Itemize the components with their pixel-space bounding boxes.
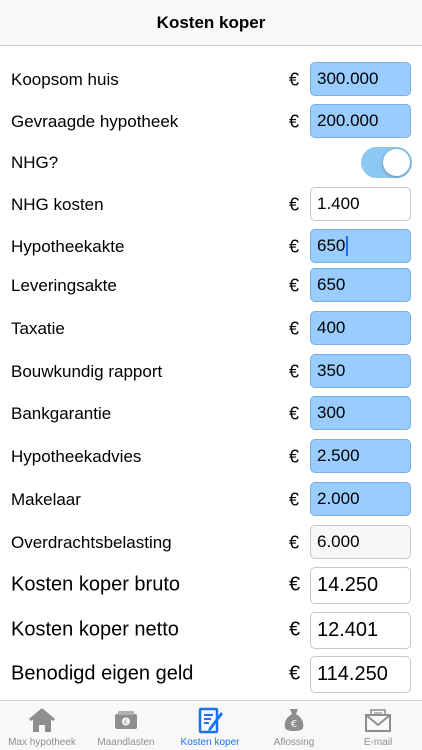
euro-sign: € [289, 532, 300, 553]
svg-text:€: € [124, 719, 128, 726]
bouwkundig-label: Bouwkundig rapport [11, 362, 163, 381]
overdracht-label: Overdrachtsbelasting [11, 533, 172, 552]
overdracht-field: 6.000 [310, 525, 411, 559]
row-nhg-kosten: NHG kosten € 1.400 [0, 187, 422, 223]
row-hypotheek: Gevraagde hypotheek € 200.000 [0, 104, 422, 140]
euro-sign: € [289, 361, 300, 382]
toggle-knob [383, 149, 410, 176]
eigen-geld-result: 114.250 [310, 656, 411, 693]
tab-label: Aflossing [273, 737, 315, 748]
hypotheekadvies-input[interactable]: 2.500 [310, 439, 411, 473]
nhg-toggle[interactable] [361, 147, 412, 178]
bankgarantie-label: Bankgarantie [11, 404, 112, 423]
bruto-label: Kosten koper bruto [11, 573, 180, 596]
wallet-icon: € [115, 711, 137, 729]
euro-sign: € [289, 573, 301, 596]
koopsom-input[interactable]: 300.000 [310, 62, 411, 96]
euro-sign: € [289, 403, 300, 424]
document-edit-icon [198, 707, 223, 734]
row-overdracht: Overdrachtsbelasting € 6.000 [0, 525, 422, 561]
tab-max-hypotheek[interactable]: Max hypotheek [0, 701, 84, 750]
hypotheekakte-label: Hypotheekakte [11, 237, 125, 256]
bruto-result: 14.250 [310, 567, 411, 604]
tab-label: E-mail [363, 737, 393, 748]
hypotheek-label: Gevraagde hypotheek [11, 112, 179, 131]
house-icon [29, 708, 55, 732]
leveringsakte-label: Leveringsakte [11, 276, 117, 295]
koopsom-label: Koopsom huis [11, 70, 119, 89]
makelaar-input[interactable]: 2.000 [310, 482, 411, 516]
euro-sign: € [289, 618, 301, 641]
euro-sign: € [289, 318, 300, 339]
euro-bag-icon: € [284, 709, 304, 731]
taxatie-label: Taxatie [11, 319, 65, 338]
tab-label: Kosten koper [180, 737, 240, 748]
hypotheekakte-input[interactable]: 650 [310, 229, 411, 263]
euro-sign: € [289, 446, 300, 467]
hypotheekadvies-label: Hypotheekadvies [11, 447, 142, 466]
euro-sign: € [289, 662, 301, 685]
netto-label: Kosten koper netto [11, 618, 179, 641]
navigation-bar: Kosten koper [0, 0, 422, 46]
tab-bar: Max hypotheek € Maandlasten Kosten koper… [0, 700, 422, 750]
row-hypotheekakte: Hypotheekakte € 650 [0, 229, 422, 265]
euro-sign: € [289, 489, 300, 510]
leveringsakte-input[interactable]: 650 [310, 268, 411, 302]
euro-sign: € [289, 275, 300, 296]
tab-label: Maandlasten [97, 737, 155, 748]
row-nhg: NHG? [0, 145, 422, 181]
row-bruto: Kosten koper bruto € 14.250 [0, 567, 422, 604]
euro-sign: € [289, 194, 300, 215]
hypotheek-input[interactable]: 200.000 [310, 104, 411, 138]
tab-kosten-koper[interactable]: Kosten koper [168, 701, 252, 750]
tab-email[interactable]: E-mail [336, 701, 420, 750]
row-taxatie: Taxatie € 400 [0, 311, 422, 347]
tab-aflossing[interactable]: € Aflossing [252, 701, 336, 750]
bouwkundig-input[interactable]: 350 [310, 354, 411, 388]
hypotheekakte-value: 650 [317, 236, 346, 255]
row-bouwkundig: Bouwkundig rapport € 350 [0, 354, 422, 390]
netto-result: 12.401 [310, 612, 411, 649]
bankgarantie-input[interactable]: 300 [310, 396, 411, 430]
nhg-label: NHG? [11, 153, 59, 172]
tab-label: Max hypotheek [8, 737, 76, 748]
row-eigen-geld: Benodigd eigen geld € 114.250 [0, 656, 422, 693]
row-makelaar: Makelaar € 2.000 [0, 482, 422, 518]
row-hypotheekadvies: Hypotheekadvies € 2.500 [0, 439, 422, 475]
row-netto: Kosten koper netto € 12.401 [0, 612, 422, 649]
tab-maandlasten[interactable]: € Maandlasten [84, 701, 168, 750]
row-bankgarantie: Bankgarantie € 300 [0, 396, 422, 432]
svg-text:€: € [291, 719, 297, 730]
nhg-kosten-field[interactable]: 1.400 [310, 187, 411, 221]
euro-sign: € [289, 236, 300, 257]
euro-sign: € [289, 69, 300, 90]
row-koopsom: Koopsom huis € 300.000 [0, 62, 422, 98]
euro-sign: € [289, 111, 300, 132]
eigen-geld-label: Benodigd eigen geld [11, 662, 194, 685]
taxatie-input[interactable]: 400 [310, 311, 411, 345]
nhg-kosten-label: NHG kosten [11, 195, 104, 214]
text-cursor [346, 236, 349, 256]
page-title: Kosten koper [156, 12, 266, 32]
envelope-icon [365, 709, 391, 732]
row-leveringsakte: Leveringsakte € 650 [0, 268, 422, 304]
makelaar-label: Makelaar [11, 490, 81, 509]
